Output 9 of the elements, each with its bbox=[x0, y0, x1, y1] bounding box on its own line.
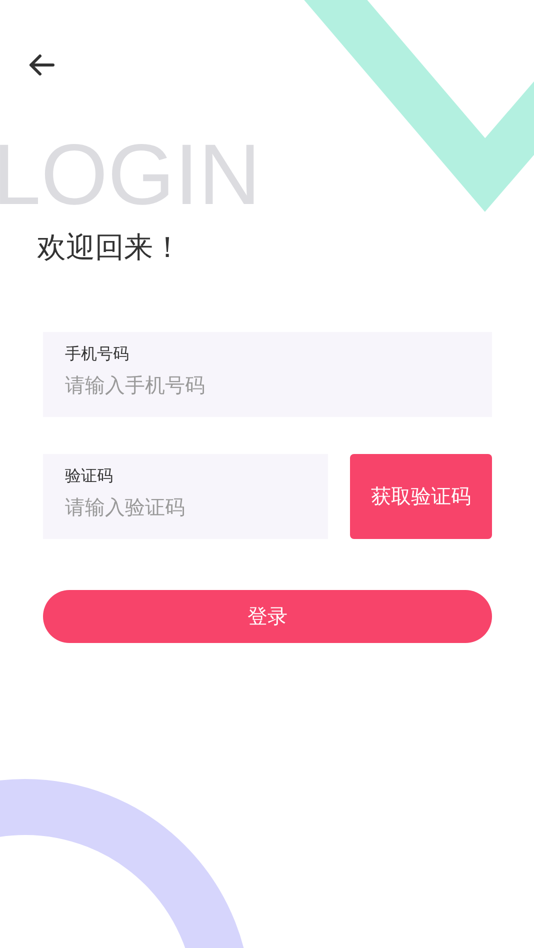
input-field[interactable]: 请输入手机号码 bbox=[65, 373, 470, 397]
field-label: 手机号码 bbox=[65, 344, 129, 365]
text-field[interactable]: 验证码 请输入验证码 bbox=[43, 454, 328, 539]
text-field[interactable]: 手机号码 请输入手机号码 bbox=[43, 332, 492, 417]
login-button[interactable]: 登录 bbox=[43, 590, 492, 643]
welcome-title: 欢迎回来！ bbox=[37, 229, 182, 266]
input-field[interactable]: 请输入验证码 bbox=[65, 495, 306, 519]
get-code-button[interactable]: 获取验证码 bbox=[350, 454, 492, 539]
field-label: 验证码 bbox=[65, 466, 113, 487]
